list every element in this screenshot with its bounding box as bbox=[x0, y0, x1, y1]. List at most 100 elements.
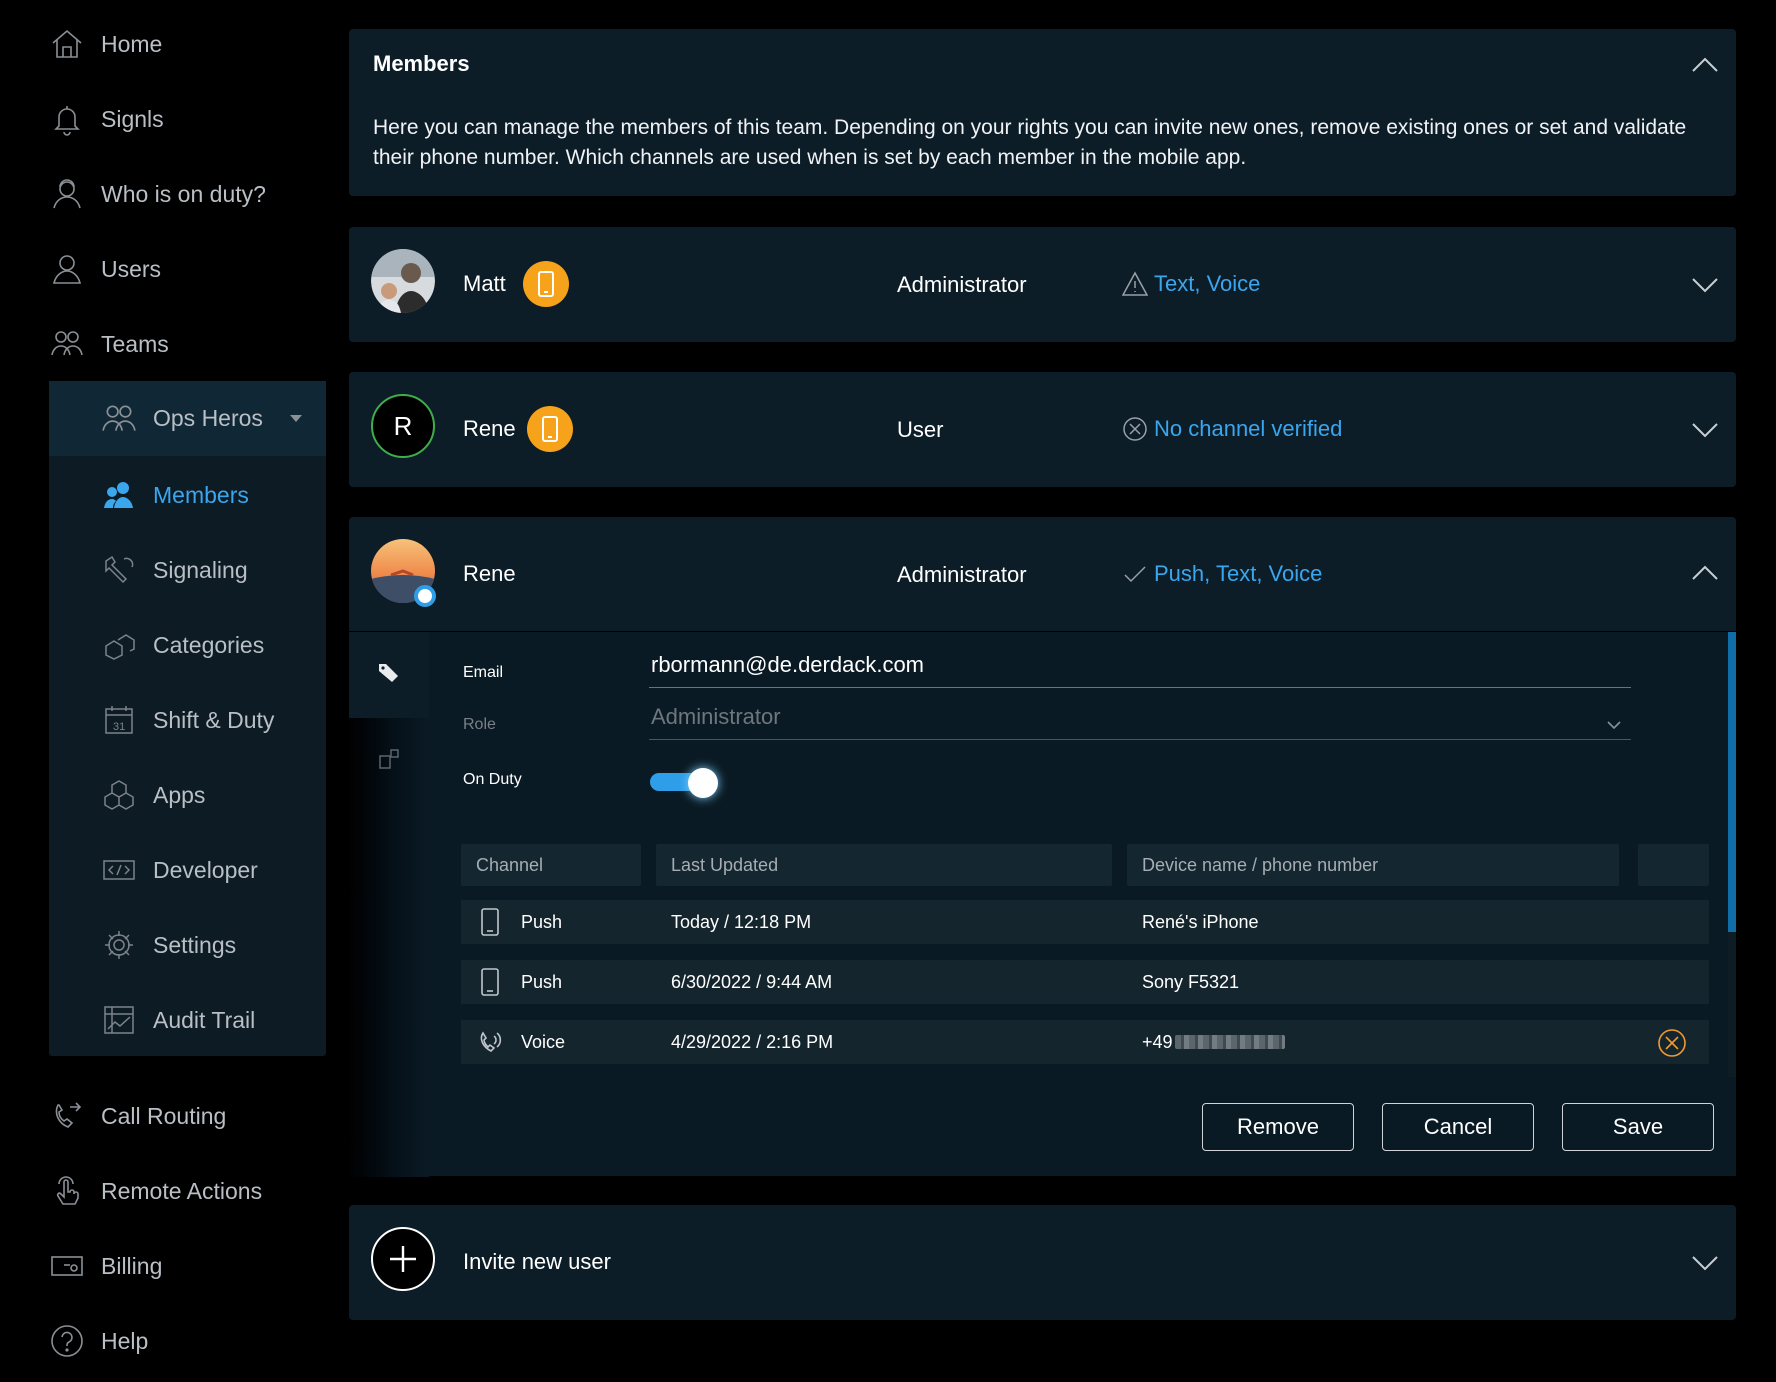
status-text: Text, Voice bbox=[1154, 271, 1261, 296]
nav-label: Home bbox=[101, 30, 163, 57]
gear-icon bbox=[101, 927, 137, 963]
phone-icon bbox=[477, 907, 503, 937]
check-icon bbox=[1122, 561, 1148, 587]
tab-details[interactable] bbox=[349, 632, 429, 718]
invite-panel[interactable]: Invite new user bbox=[349, 1205, 1736, 1320]
member-detail: Email rbormann@de.derdack.com Role Admin… bbox=[349, 631, 1736, 1177]
page-title: Members bbox=[373, 51, 470, 76]
chevron-up-icon[interactable] bbox=[1690, 51, 1720, 81]
phone-icon bbox=[477, 967, 503, 997]
voice-icon bbox=[477, 1027, 503, 1057]
status-text: No channel verified bbox=[1154, 416, 1343, 441]
scrollbar[interactable] bbox=[1728, 632, 1736, 1077]
x-circle-icon bbox=[1122, 416, 1148, 442]
status-text: Push, Text, Voice bbox=[1154, 561, 1323, 586]
mobile-app-badge-icon bbox=[527, 406, 573, 452]
device-cell: René's iPhone bbox=[1142, 911, 1259, 932]
updated-cell: Today / 12:18 PM bbox=[671, 911, 812, 932]
col-header-device: Device name / phone number bbox=[1127, 844, 1619, 886]
svg-text:31: 31 bbox=[113, 721, 125, 733]
cubes-icon bbox=[101, 777, 137, 813]
nav-call-routing[interactable]: Call Routing bbox=[49, 1086, 226, 1146]
code-icon bbox=[101, 852, 137, 888]
save-button[interactable]: Save bbox=[1562, 1103, 1714, 1151]
member-channel-status[interactable]: Push, Text, Voice bbox=[1122, 561, 1322, 587]
chevron-down-icon[interactable] bbox=[1690, 269, 1720, 299]
tab-devices[interactable] bbox=[349, 718, 429, 804]
col-header-channel: Channel bbox=[461, 844, 641, 886]
nav-users[interactable]: Users bbox=[49, 239, 161, 299]
sidebar-item-shift-duty[interactable]: 31 Shift & Duty bbox=[101, 690, 274, 750]
scrollbar-thumb[interactable] bbox=[1728, 632, 1736, 932]
cancel-button[interactable]: Cancel bbox=[1382, 1103, 1534, 1151]
nav-help[interactable]: Help bbox=[49, 1311, 148, 1371]
remove-channel-icon[interactable] bbox=[1657, 1028, 1687, 1058]
bell-icon bbox=[49, 101, 85, 137]
avatar: R bbox=[371, 394, 435, 458]
sidebar-item-members[interactable]: Members bbox=[101, 465, 249, 525]
channel-cell: Push bbox=[477, 960, 562, 1004]
home-icon bbox=[49, 26, 85, 62]
nav-label: Call Routing bbox=[101, 1102, 227, 1129]
role-select: Administrator bbox=[649, 694, 1631, 740]
sidebar-item-label: Developer bbox=[153, 856, 258, 883]
on-duty-toggle[interactable] bbox=[648, 766, 720, 798]
team-selector[interactable]: Ops Heros bbox=[49, 381, 326, 456]
updated-cell: 6/30/2022 / 9:44 AM bbox=[671, 971, 833, 992]
sidebar-item-label: Signaling bbox=[153, 556, 248, 583]
sidebar-item-label: Shift & Duty bbox=[153, 706, 275, 733]
redacted-number bbox=[1174, 1035, 1285, 1049]
nav-home[interactable]: Home bbox=[49, 14, 162, 74]
team-icon bbox=[101, 401, 137, 437]
nav-who-on-duty[interactable]: Who is on duty? bbox=[49, 164, 266, 224]
sidebar-item-signaling[interactable]: Signaling bbox=[101, 540, 248, 600]
remove-button[interactable]: Remove bbox=[1202, 1103, 1354, 1151]
nav-teams[interactable]: Teams bbox=[49, 314, 169, 374]
sidebar-item-label: Categories bbox=[153, 631, 265, 658]
nav-label: Teams bbox=[101, 330, 169, 357]
member-role: Administrator bbox=[897, 272, 1027, 297]
toggle-knob bbox=[688, 768, 718, 798]
member-row[interactable]: Matt Administrator Text, Voice bbox=[349, 227, 1736, 342]
member-row[interactable]: R Rene User No channel verified bbox=[349, 372, 1736, 487]
sidebar-item-label: Members bbox=[153, 481, 249, 508]
sidebar-item-developer[interactable]: Developer bbox=[101, 840, 258, 900]
warning-icon bbox=[1121, 271, 1149, 297]
member-channel-status[interactable]: Text, Voice bbox=[1121, 271, 1261, 297]
detail-tabs bbox=[349, 632, 429, 1177]
avatar bbox=[371, 249, 435, 313]
nav-remote-actions[interactable]: Remote Actions bbox=[49, 1161, 262, 1221]
nav-label: Help bbox=[101, 1327, 149, 1354]
team-section: Ops Heros Members Signaling Categories 3… bbox=[49, 381, 326, 1056]
email-field[interactable]: rbormann@de.derdack.com bbox=[649, 642, 1631, 688]
sidebar-item-audit-trail[interactable]: Audit Trail bbox=[101, 990, 255, 1050]
email-value: rbormann@de.derdack.com bbox=[651, 652, 925, 677]
member-role: Administrator bbox=[897, 562, 1027, 587]
nav-label: Signls bbox=[101, 105, 164, 132]
member-role: User bbox=[897, 417, 944, 442]
nav-label: Remote Actions bbox=[101, 1177, 263, 1204]
sidebar-item-categories[interactable]: Categories bbox=[101, 615, 264, 675]
channel-cell: Voice bbox=[477, 1020, 565, 1064]
on-duty-label: On Duty bbox=[463, 771, 522, 788]
member-name: Rene bbox=[463, 561, 516, 586]
nav-signls[interactable]: Signls bbox=[49, 89, 164, 149]
avatar-initial: R bbox=[393, 410, 413, 441]
chevron-down-icon bbox=[1607, 712, 1621, 730]
member-channel-status[interactable]: No channel verified bbox=[1122, 416, 1342, 442]
help-icon bbox=[49, 1323, 85, 1359]
sidebar-item-label: Audit Trail bbox=[153, 1006, 256, 1033]
chevron-up-icon[interactable] bbox=[1690, 559, 1720, 589]
teams-icon bbox=[49, 326, 85, 362]
member-name: Matt bbox=[463, 271, 506, 296]
sidebar-item-settings[interactable]: Settings bbox=[101, 915, 236, 975]
nav-billing[interactable]: Billing bbox=[49, 1236, 162, 1296]
chevron-down-icon[interactable] bbox=[1690, 414, 1720, 444]
member-row-expanded: Rene Administrator Push, Text, Voice Ema… bbox=[349, 517, 1736, 1177]
sidebar-item-apps[interactable]: Apps bbox=[101, 765, 205, 825]
device-settings-icon bbox=[377, 747, 401, 776]
updated-cell: 4/29/2022 / 2:16 PM bbox=[671, 1031, 834, 1052]
wrench-icon bbox=[101, 552, 137, 588]
add-icon[interactable] bbox=[371, 1227, 435, 1291]
chevron-down-icon[interactable] bbox=[1690, 1247, 1720, 1277]
